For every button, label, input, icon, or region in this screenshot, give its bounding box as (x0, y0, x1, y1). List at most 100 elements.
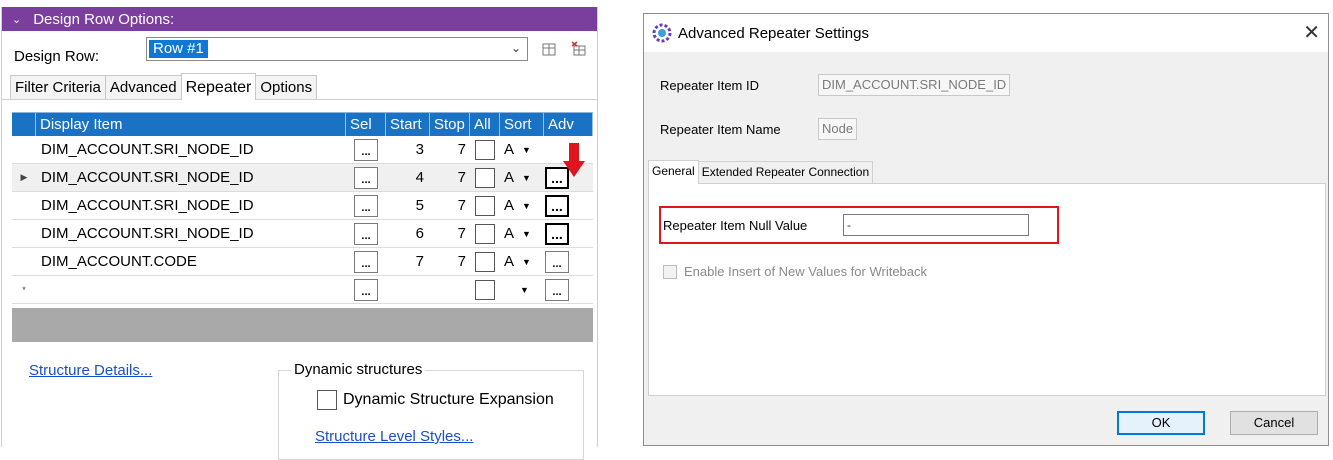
dynamic-structures-title: Dynamic structures (291, 361, 426, 378)
start-cell[interactable]: 7 (386, 253, 430, 270)
grid-header-corner (12, 113, 36, 136)
ok-button[interactable]: OK (1117, 411, 1205, 435)
table-row[interactable]: DIM_ACCOUNT.CODE ... 7 7 A ▼ ... (12, 248, 593, 276)
stop-cell[interactable]: 7 (430, 197, 470, 214)
all-checkbox[interactable] (475, 251, 495, 272)
sort-value: A (504, 253, 515, 270)
new-table-row[interactable]: * ... ▼ ... (12, 276, 593, 304)
null-value-input[interactable]: - (843, 214, 1029, 236)
null-value-highlight: Repeater Item Null Value - (659, 206, 1059, 244)
stop-cell[interactable]: 7 (430, 169, 470, 186)
dynamic-expansion-checkbox[interactable] (317, 390, 337, 410)
writeback-option: Enable Insert of New Values for Writebac… (663, 264, 927, 279)
sort-value: A (504, 225, 515, 242)
row-properties-icon[interactable] (540, 40, 558, 58)
adv-ellipsis-button[interactable]: ... (545, 278, 569, 301)
null-value-label: Repeater Item Null Value (663, 217, 808, 233)
delete-row-icon[interactable] (570, 40, 588, 58)
start-cell[interactable]: 6 (386, 225, 430, 242)
chevron-down-icon[interactable]: ⌄ (511, 41, 521, 55)
dialog-title: Advanced Repeater Settings (678, 24, 869, 42)
tab-repeater[interactable]: Repeater (180, 73, 257, 100)
cancel-button[interactable]: Cancel (1230, 411, 1318, 435)
all-checkbox[interactable] (475, 279, 495, 300)
chevron-down-icon[interactable]: ⌄ (12, 13, 21, 26)
all-checkbox[interactable] (475, 223, 495, 244)
column-header-start[interactable]: Start (386, 113, 430, 136)
table-row[interactable]: DIM_ACCOUNT.SRI_NODE_ID ... 5 7 A ▼ ... (12, 192, 593, 220)
adv-ellipsis-button[interactable]: ... (545, 250, 569, 273)
display-item-cell[interactable]: DIM_ACCOUNT.CODE (36, 253, 346, 270)
display-item-cell[interactable]: DIM_ACCOUNT.SRI_NODE_ID (36, 197, 346, 214)
close-icon[interactable]: ✕ (1303, 20, 1320, 45)
tab-extended-repeater-connection[interactable]: Extended Repeater Connection (697, 161, 874, 183)
start-cell[interactable]: 3 (386, 141, 430, 158)
adv-ellipsis-button[interactable]: ... (545, 222, 569, 245)
start-cell[interactable]: 4 (386, 169, 430, 186)
tab-general[interactable]: General (648, 160, 699, 184)
design-row-tabs: Filter Criteria Advanced Repeater Option… (2, 73, 597, 100)
new-row-marker-icon[interactable]: * (12, 285, 36, 295)
sort-dropdown[interactable]: A ▼ (500, 253, 544, 270)
sort-dropdown[interactable]: ▼ (500, 285, 544, 295)
all-checkbox[interactable] (475, 195, 495, 216)
tab-options[interactable]: Options (255, 75, 318, 99)
structure-details-link[interactable]: Structure Details... (29, 362, 152, 379)
column-header-display-item[interactable]: Display Item (36, 113, 346, 136)
sort-dropdown[interactable]: A ▼ (500, 141, 544, 158)
stop-cell[interactable]: 7 (430, 141, 470, 158)
display-item-cell[interactable]: DIM_ACCOUNT.SRI_NODE_ID (36, 169, 346, 186)
red-arrow-icon (563, 143, 585, 177)
design-row-combobox[interactable]: Row #1 ⌄ (146, 37, 528, 61)
repeater-item-id-row: Repeater Item ID DIM_ACCOUNT.SRI_NODE_ID (660, 74, 1011, 96)
display-item-cell[interactable]: DIM_ACCOUNT.SRI_NODE_ID (36, 141, 346, 158)
sort-dropdown[interactable]: A ▼ (500, 197, 544, 214)
adv-ellipsis-button[interactable]: ... (545, 194, 569, 217)
repeater-item-name-field: Node (818, 118, 858, 140)
repeater-grid: Display Item Sel Start Stop All Sort Adv… (12, 112, 593, 342)
structure-level-styles-link[interactable]: Structure Level Styles... (315, 428, 473, 445)
column-header-adv[interactable]: Adv (544, 113, 593, 136)
start-cell[interactable]: 5 (386, 197, 430, 214)
dynamic-expansion-label[interactable]: Dynamic Structure Expansion (343, 391, 554, 409)
table-row[interactable]: DIM_ACCOUNT.SRI_NODE_ID ... 6 7 A ▼ ... (12, 220, 593, 248)
dropdown-arrow-icon[interactable]: ▼ (520, 285, 529, 295)
dialog-footer: OK Cancel (644, 397, 1328, 445)
sel-ellipsis-button[interactable]: ... (354, 194, 378, 217)
advanced-repeater-settings-dialog: Advanced Repeater Settings ✕ Repeater It… (643, 13, 1329, 446)
tab-filter-criteria[interactable]: Filter Criteria (10, 75, 106, 99)
current-row-marker-icon[interactable]: ▶ (12, 172, 36, 183)
dropdown-arrow-icon[interactable]: ▼ (522, 173, 531, 183)
writeback-checkbox[interactable] (663, 264, 677, 279)
design-row-value: Row #1 (149, 40, 208, 58)
stop-cell[interactable]: 7 (430, 225, 470, 242)
table-row[interactable]: ▶ DIM_ACCOUNT.SRI_NODE_ID ... 4 7 A ▼ ... (12, 164, 593, 192)
sel-ellipsis-button[interactable]: ... (354, 250, 378, 273)
column-header-sel[interactable]: Sel (346, 113, 386, 136)
sort-dropdown[interactable]: A ▼ (500, 169, 544, 186)
column-header-all[interactable]: All (470, 113, 500, 136)
dropdown-arrow-icon[interactable]: ▼ (522, 145, 531, 155)
sel-ellipsis-button[interactable]: ... (354, 222, 378, 245)
tab-advanced[interactable]: Advanced (104, 75, 182, 99)
table-row[interactable]: DIM_ACCOUNT.SRI_NODE_ID ... 3 7 A ▼ (12, 136, 593, 164)
stop-cell[interactable]: 7 (430, 253, 470, 270)
dropdown-arrow-icon[interactable]: ▼ (522, 257, 531, 267)
dynamic-expansion-option[interactable]: Dynamic Structure Expansion (317, 390, 554, 410)
dropdown-arrow-icon[interactable]: ▼ (522, 201, 531, 211)
all-checkbox[interactable] (475, 139, 495, 160)
sel-ellipsis-button[interactable]: ... (354, 278, 378, 301)
sort-value: A (504, 141, 515, 158)
column-header-stop[interactable]: Stop (430, 113, 470, 136)
dropdown-arrow-icon[interactable]: ▼ (522, 229, 531, 239)
repeater-item-id-label: Repeater Item ID (660, 77, 759, 93)
sel-ellipsis-button[interactable]: ... (354, 166, 378, 189)
display-item-cell[interactable]: DIM_ACCOUNT.SRI_NODE_ID (36, 225, 346, 242)
sort-dropdown[interactable]: A ▼ (500, 225, 544, 242)
general-tab-content: Repeater Item Null Value - Enable Insert… (648, 184, 1326, 396)
all-checkbox[interactable] (475, 167, 495, 188)
design-row-options-header[interactable]: ⌄ Design Row Options: (2, 7, 597, 31)
dialog-titlebar[interactable]: Advanced Repeater Settings (644, 14, 1328, 52)
sel-ellipsis-button[interactable]: ... (354, 138, 378, 161)
column-header-sort[interactable]: Sort (500, 113, 544, 136)
